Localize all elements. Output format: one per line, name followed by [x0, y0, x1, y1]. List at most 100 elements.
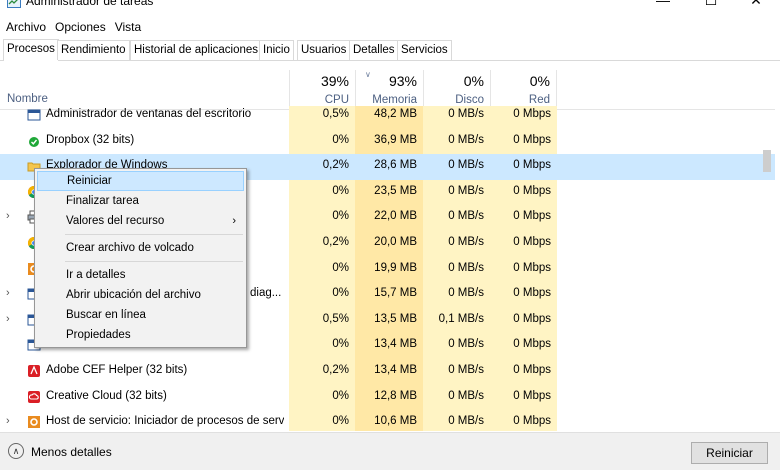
column-name[interactable]: Nombre [7, 93, 48, 105]
disk-value: 0 MB/s [448, 261, 484, 274]
process-name: Creative Cloud (32 bits) [46, 389, 167, 402]
disk-value: 0 MB/s [448, 159, 484, 172]
disk-value: 0 MB/s [448, 236, 484, 248]
menu-archivo[interactable]: Archivo [6, 20, 46, 34]
menu-vista[interactable]: Vista [115, 20, 141, 34]
context-item[interactable]: Valores del recurso › [37, 211, 244, 231]
mem-value: 28,6 MB [374, 159, 417, 172]
disk-value: 0 MB/s [448, 184, 484, 197]
footer-bar: ∧ Menos detalles Reiniciar [0, 432, 780, 470]
tab-servicios[interactable]: Servicios [397, 40, 452, 60]
net-value: 0 Mbps [513, 312, 551, 325]
chevron-up-icon[interactable]: ∧ [8, 443, 24, 459]
cpu-value: 0% [332, 389, 349, 402]
net-value: 0 Mbps [513, 159, 551, 172]
context-item-label: Reiniciar [67, 175, 112, 187]
cpu-value: 0% [332, 338, 349, 351]
close-button[interactable]: ✕ [733, 0, 779, 10]
submenu-arrow-icon: › [232, 215, 236, 227]
column-red[interactable]: 0% Red [490, 70, 557, 110]
gear-icon [27, 415, 41, 429]
context-item[interactable]: Crear archivo de volcado [37, 238, 244, 258]
mem-value: 13,4 MB [374, 338, 417, 351]
disk-value: 0 MB/s [448, 210, 484, 223]
mem-value: 13,5 MB [374, 312, 417, 325]
context-item[interactable]: Finalizar tarea [37, 191, 244, 211]
net-value: 0 Mbps [513, 108, 551, 120]
process-row[interactable]: Adobe CEF Helper (32 bits) 0,2% 13,4 MB 0 M… [0, 359, 775, 385]
mem-value: 19,9 MB [374, 261, 417, 274]
process-name: Dropbox (32 bits) [46, 133, 135, 146]
mem-value: 48,2 MB [374, 108, 417, 120]
process-row[interactable]: › Host de servicio: Iniciador de procesos… [0, 410, 775, 431]
context-item[interactable]: Buscar en línea [37, 305, 244, 325]
less-details-link[interactable]: Menos detalles [31, 445, 112, 459]
mem-value: 13,4 MB [374, 364, 417, 376]
cpu-value: 0,5% [322, 312, 349, 325]
mem-value: 22,0 MB [374, 210, 417, 223]
process-name: Administrador de ventanas del escritorio [46, 108, 252, 120]
column-memoria[interactable]: ∨ 93% Memoria [355, 70, 423, 110]
net-value: 0 Mbps [513, 184, 551, 197]
mem-value: 20,0 MB [374, 236, 417, 248]
context-item-label: Valores del recurso [66, 215, 165, 227]
disk-value: 0 MB/s [448, 108, 484, 120]
vertical-scrollbar[interactable] [760, 110, 775, 432]
net-value: 0 Mbps [513, 236, 551, 248]
context-item[interactable]: Ir a detalles [37, 265, 244, 285]
context-menu: Reiniciar Finalizar tarea Valores del recu… [34, 168, 247, 348]
adobe-icon [27, 364, 41, 378]
memory-total: 93% [388, 73, 417, 89]
chevron-right-icon[interactable]: › [6, 415, 10, 427]
mem-value: 23,5 MB [374, 184, 417, 197]
cpu-value: 0,2% [322, 364, 349, 376]
scroll-thumb[interactable] [763, 150, 771, 172]
title-bar: Administrador de tareas — ☐ ✕ [0, 0, 780, 12]
tab-detalles[interactable]: Detalles [349, 40, 399, 60]
disk-label: Disco [455, 94, 484, 106]
process-row[interactable]: Creative Cloud (32 bits) 0% 12,8 MB 0 MB/s 0… [0, 384, 775, 411]
tab-inicio[interactable]: Inicio [259, 40, 294, 60]
cpu-label: CPU [324, 94, 349, 106]
cpu-value: 0% [332, 415, 349, 428]
minimize-button[interactable]: — [640, 0, 686, 10]
net-value: 0 Mbps [513, 210, 551, 223]
column-cpu[interactable]: 39% CPU [289, 70, 355, 110]
net-value: 0 Mbps [513, 261, 551, 274]
dropbox-icon [27, 134, 41, 148]
network-label: Red [528, 94, 550, 106]
process-name: diag... [250, 287, 282, 300]
tab-usuarios[interactable]: Usuarios [297, 40, 351, 60]
chevron-right-icon[interactable]: › [6, 287, 10, 299]
context-item[interactable]: Propiedades [37, 325, 244, 345]
sort-down-icon: ∨ [365, 70, 371, 79]
cpu-value: 0,2% [322, 236, 349, 248]
menu-opciones[interactable]: Opciones [55, 20, 106, 34]
restart-button[interactable]: Reiniciar [691, 442, 768, 464]
context-item[interactable]: Abrir ubicación del archivo [37, 285, 244, 305]
tab-rendimiento[interactable]: Rendimiento [57, 40, 130, 60]
mem-value: 12,8 MB [374, 389, 417, 402]
cpu-value: 0% [332, 210, 349, 223]
column-disco[interactable]: 0% Disco [423, 70, 490, 110]
disk-value: 0 MB/s [448, 364, 484, 376]
cpu-value: 0% [332, 184, 349, 197]
process-row[interactable]: Administrador de ventanas del escritorio… [0, 106, 775, 129]
mem-value: 15,7 MB [374, 287, 417, 300]
disk-value: 0 MB/s [448, 338, 484, 351]
tab-procesos[interactable]: Procesos [3, 39, 59, 61]
context-item[interactable]: Reiniciar [37, 171, 244, 191]
disk-total: 0% [463, 73, 484, 89]
chevron-right-icon[interactable]: › [6, 210, 10, 222]
cpu-value: 0% [332, 261, 349, 274]
maximize-button[interactable]: ☐ [688, 0, 734, 10]
disk-value: 0 MB/s [448, 389, 484, 402]
net-value: 0 Mbps [513, 338, 551, 351]
process-row[interactable]: Dropbox (32 bits) 0% 36,9 MB 0 MB/s 0 Mbps [0, 128, 775, 155]
context-separator [65, 234, 243, 235]
tab-historial-aplicaciones[interactable]: Historial de aplicaciones [130, 40, 263, 60]
tab-bar: Procesos Rendimiento Historial de aplica… [0, 39, 780, 61]
chevron-right-icon[interactable]: › [6, 313, 10, 325]
context-item-label: Finalizar tarea [66, 195, 139, 207]
process-name: Adobe CEF Helper (32 bits) [46, 364, 188, 376]
